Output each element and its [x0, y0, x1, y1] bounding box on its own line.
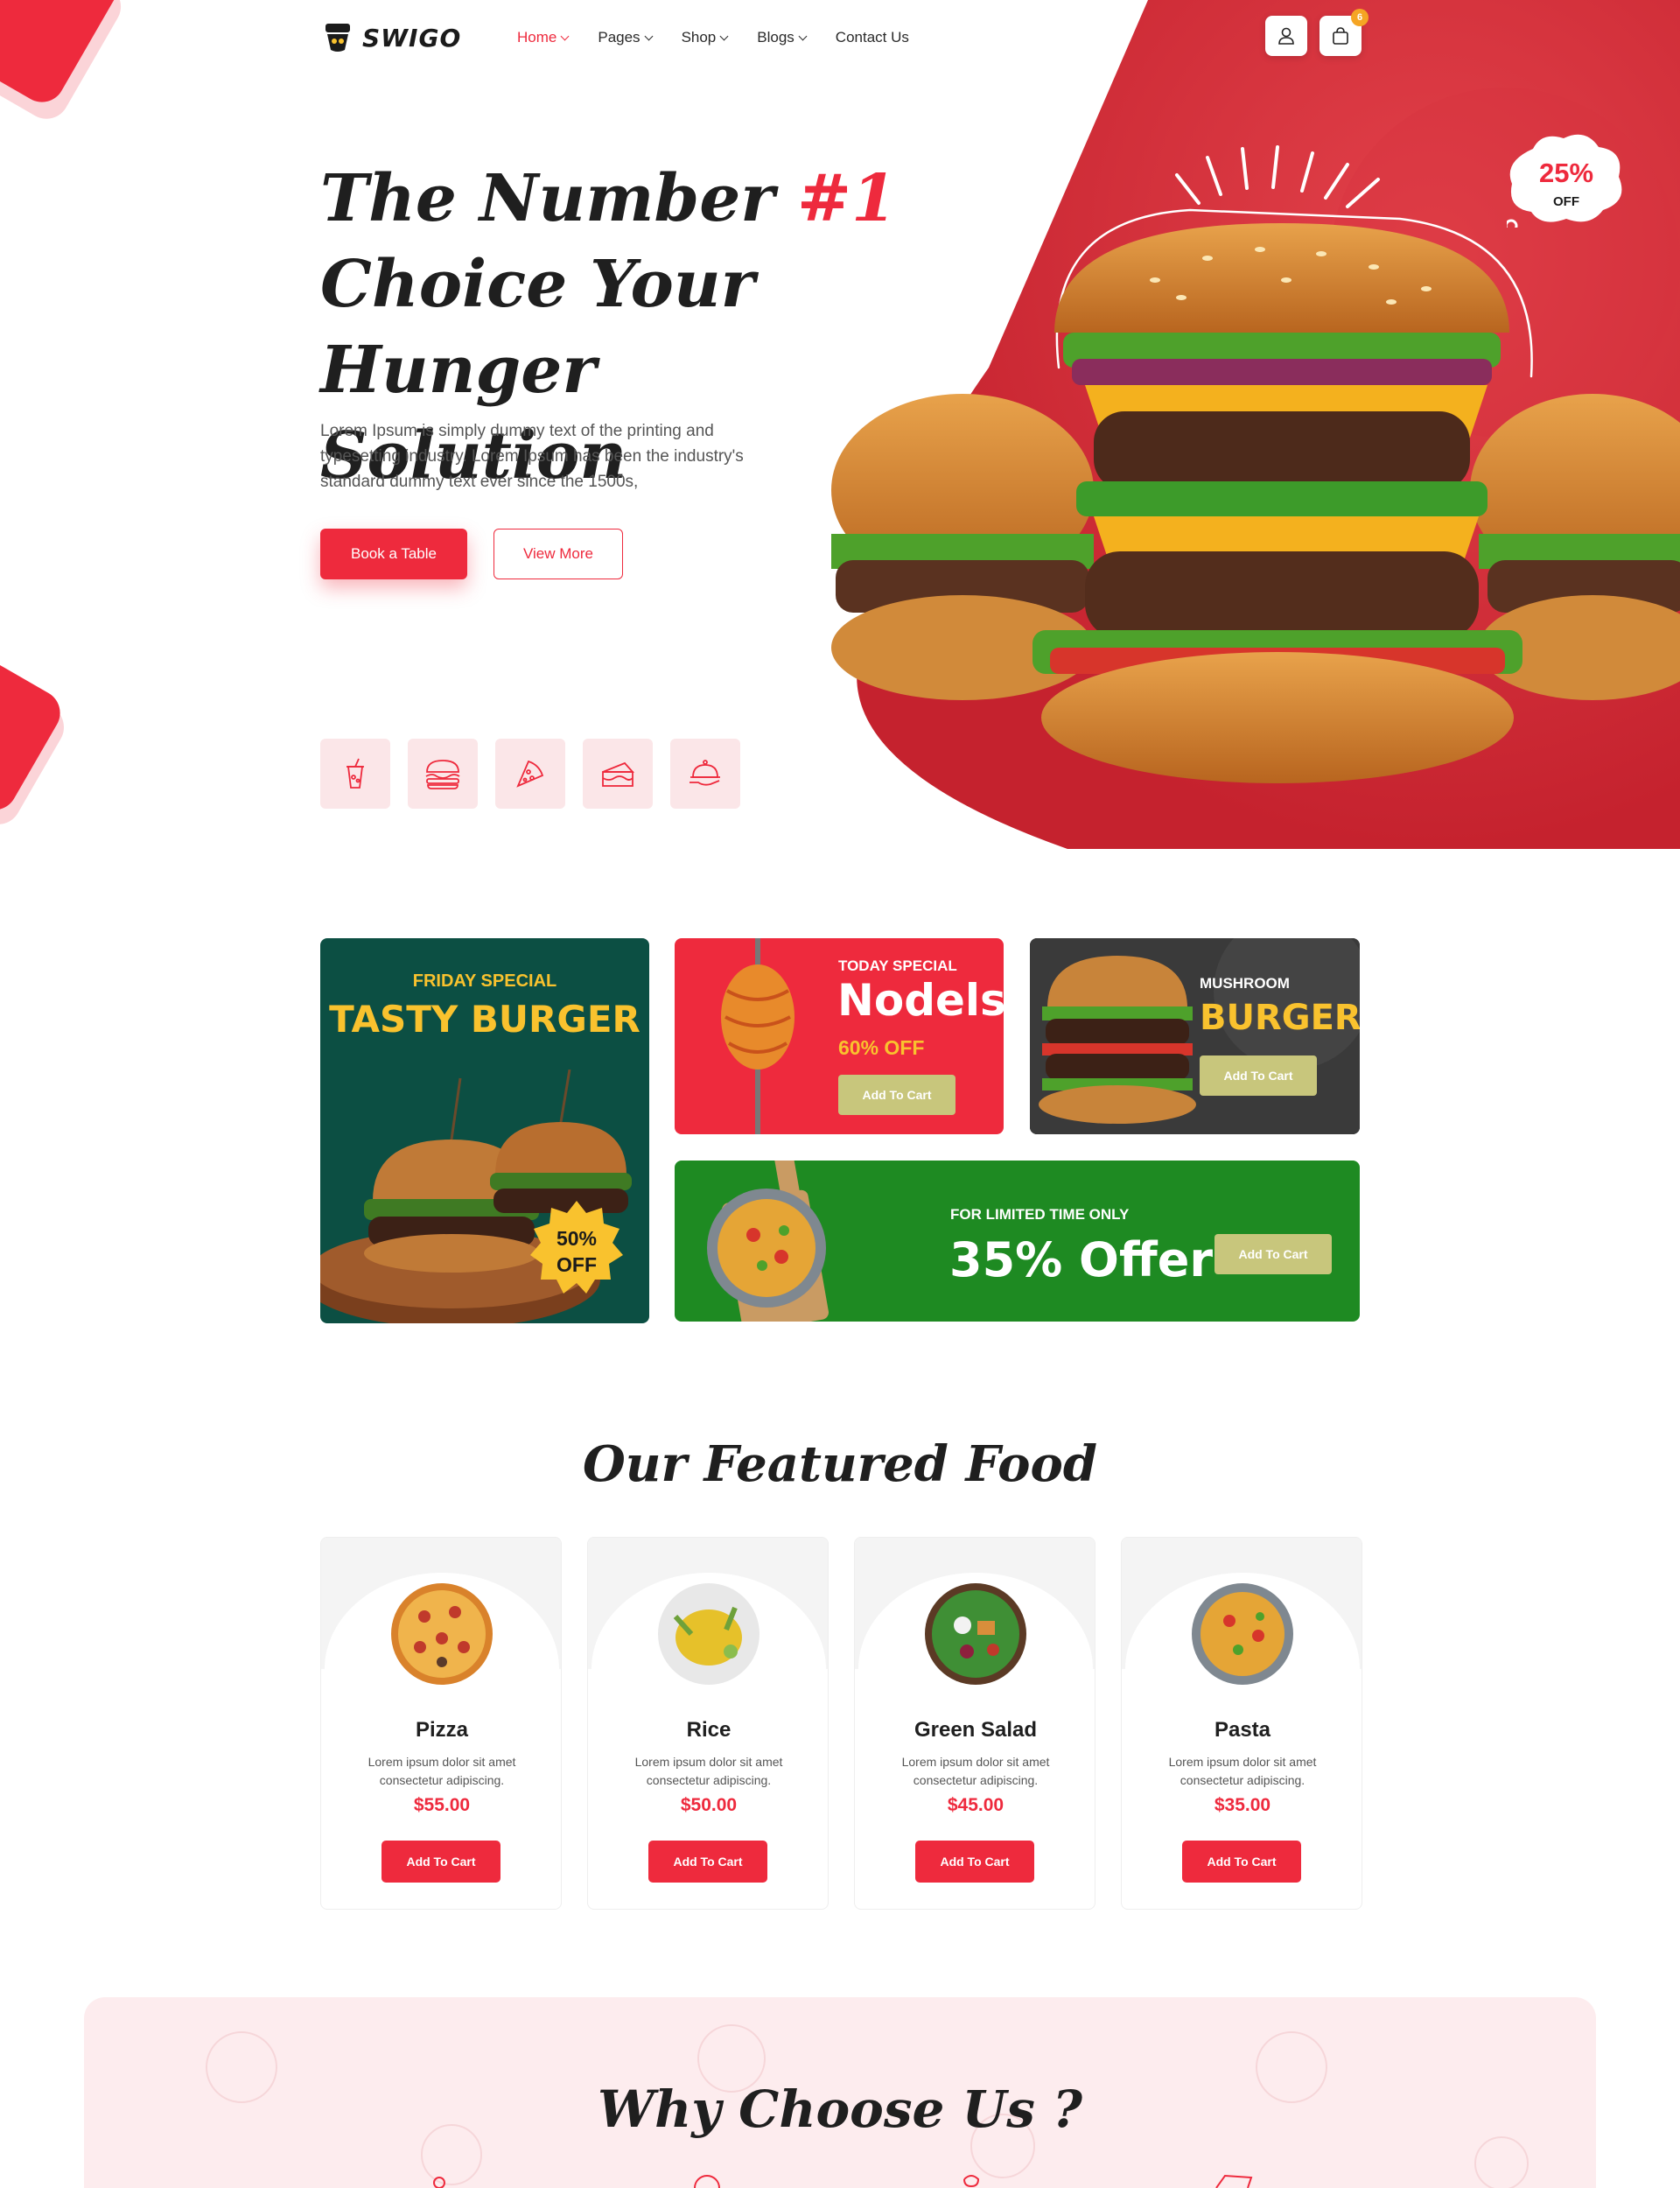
food-price: $45.00	[947, 1795, 1004, 1815]
promo-title: TASTY BURGER	[329, 998, 640, 1041]
food-card-pizza: Pizza Lorem ipsum dolor sit amet consect…	[320, 1537, 562, 1910]
salad-image	[925, 1583, 1026, 1685]
rice-image	[658, 1583, 760, 1685]
food-description: Lorem ipsum dolor sit amet consectetur a…	[901, 1755, 1050, 1787]
nav-item-blogs[interactable]: Blogs	[757, 29, 808, 46]
nav-item-label: Home	[517, 29, 557, 46]
nav-item-contact[interactable]: Contact Us	[836, 29, 909, 46]
add-to-cart-button[interactable]: Add To Cart	[648, 1841, 767, 1883]
pasta-bowl-image	[707, 1161, 829, 1322]
promo-kicker: TODAY SPECIAL	[838, 957, 957, 974]
feature-icons-row	[433, 2174, 1253, 2188]
noodle-fork-image	[721, 938, 794, 1134]
food-description: Lorem ipsum dolor sit amet consectetur a…	[368, 1755, 516, 1787]
user-icon	[1278, 27, 1294, 45]
food-description: Lorem ipsum dolor sit amet consectetur a…	[1168, 1755, 1317, 1787]
food-price: $50.00	[680, 1795, 738, 1815]
promo-card-limited-offer[interactable]: FOR LIMITED TIME ONLY 35% Offer Add To C…	[675, 1161, 1360, 1322]
brand-name: SWIGO	[362, 23, 462, 53]
pizza-image	[391, 1583, 493, 1685]
pasta-image	[1192, 1583, 1293, 1685]
chef-hat-logo-icon	[326, 24, 350, 52]
promo-title: BURGER	[1200, 998, 1360, 1038]
food-card-pasta: Pasta Lorem ipsum dolor sit amet consect…	[1121, 1537, 1362, 1910]
food-name: Pizza	[415, 1718, 469, 1742]
hero-description: Lorem Ipsum is simply dummy text of the …	[320, 422, 744, 491]
promo-title: Nodels	[837, 975, 1004, 1026]
category-icons	[320, 739, 740, 809]
cake-icon	[602, 761, 635, 787]
food-serving-icon	[690, 760, 720, 786]
chevron-down-icon	[798, 32, 808, 40]
promo-kicker: MUSHROOM	[1200, 975, 1290, 992]
nav-item-pages[interactable]: Pages	[598, 29, 654, 46]
food-card-rice: Rice Lorem ipsum dolor sit amet consecte…	[587, 1537, 829, 1910]
site-header: SWIGO Home Pages Shop Blogs Contact Us 6	[320, 9, 1368, 60]
nav-item-label: Shop	[681, 29, 717, 46]
promo-card-mushroom-burger[interactable]: MUSHROOM BURGER Add To Cart	[1030, 938, 1360, 1134]
promo-card-friday-special[interactable]: FRIDAY SPECIAL TASTY BURGER 50% OFF	[320, 938, 649, 1323]
brand-logo[interactable]: SWIGO	[320, 20, 504, 55]
promo-card-today-special[interactable]: TODAY SPECIAL Nodels 60% OFF Add To Cart	[675, 938, 1004, 1134]
featured-section-title: Our Featured Food	[582, 1435, 1098, 1493]
category-serving[interactable]	[670, 739, 740, 809]
food-name: Rice	[686, 1718, 732, 1742]
promo-kicker: FRIDAY SPECIAL	[412, 971, 557, 991]
nav-item-shop[interactable]: Shop	[681, 29, 729, 46]
add-to-cart-button[interactable]: Add To Cart	[1182, 1841, 1301, 1883]
hero-title-line1: The Number	[320, 161, 798, 236]
category-drink[interactable]	[320, 739, 390, 809]
food-card-green-salad: Green Salad Lorem ipsum dolor sit amet c…	[854, 1537, 1096, 1910]
chevron-down-icon	[644, 32, 654, 40]
pizza-icon	[516, 760, 544, 788]
chevron-down-icon	[719, 32, 729, 40]
food-price: $35.00	[1214, 1795, 1271, 1815]
add-to-cart-button[interactable]: Add To Cart	[1214, 1234, 1332, 1274]
nav-item-home[interactable]: Home	[517, 29, 570, 46]
chevron-down-icon	[560, 32, 570, 40]
main-navigation: Home Pages Shop Blogs Contact Us	[517, 29, 909, 46]
badge-label: OFF	[556, 1253, 597, 1276]
nav-item-label: Blogs	[757, 29, 794, 46]
add-to-cart-button[interactable]: Add To Cart	[838, 1075, 956, 1115]
shopping-bag-icon	[1333, 27, 1348, 45]
category-cake[interactable]	[583, 739, 653, 809]
food-name: Green Salad	[914, 1718, 1038, 1742]
cart-count-badge: 6	[1351, 9, 1368, 26]
discount-value: 25%	[1538, 158, 1594, 188]
food-name: Pasta	[1214, 1718, 1271, 1742]
add-to-cart-button[interactable]: Add To Cart	[1200, 1055, 1317, 1096]
category-pizza[interactable]	[495, 739, 565, 809]
hero-title-accent: #1	[797, 161, 897, 236]
promo-discount: 60% OFF	[838, 1036, 925, 1059]
add-to-cart-button[interactable]: Add To Cart	[382, 1841, 500, 1883]
nav-item-label: Pages	[598, 29, 640, 46]
drink-icon	[346, 758, 364, 789]
badge-value: 50%	[556, 1227, 598, 1250]
hero-title-line2: Choice Your Hunger	[320, 247, 755, 408]
promo-title: 35% Offer	[949, 1232, 1213, 1287]
add-to-cart-button[interactable]: Add To Cart	[915, 1841, 1034, 1883]
nav-item-label: Contact Us	[835, 29, 909, 46]
header-actions: 6	[1265, 9, 1368, 56]
category-burger[interactable]	[408, 739, 478, 809]
discount-label: OFF	[1553, 194, 1579, 209]
food-description: Lorem ipsum dolor sit amet consectetur a…	[634, 1755, 783, 1787]
food-price: $55.00	[413, 1795, 471, 1815]
burger-icon	[425, 760, 460, 789]
why-choose-title: Why Choose Us ?	[597, 2079, 1083, 2139]
view-more-button[interactable]: View More	[494, 529, 623, 579]
user-account-button[interactable]	[1265, 16, 1307, 56]
promo-kicker: FOR LIMITED TIME ONLY	[950, 1206, 1130, 1223]
cart-button[interactable]: 6	[1320, 9, 1368, 56]
book-table-button[interactable]: Book a Table	[320, 529, 467, 579]
